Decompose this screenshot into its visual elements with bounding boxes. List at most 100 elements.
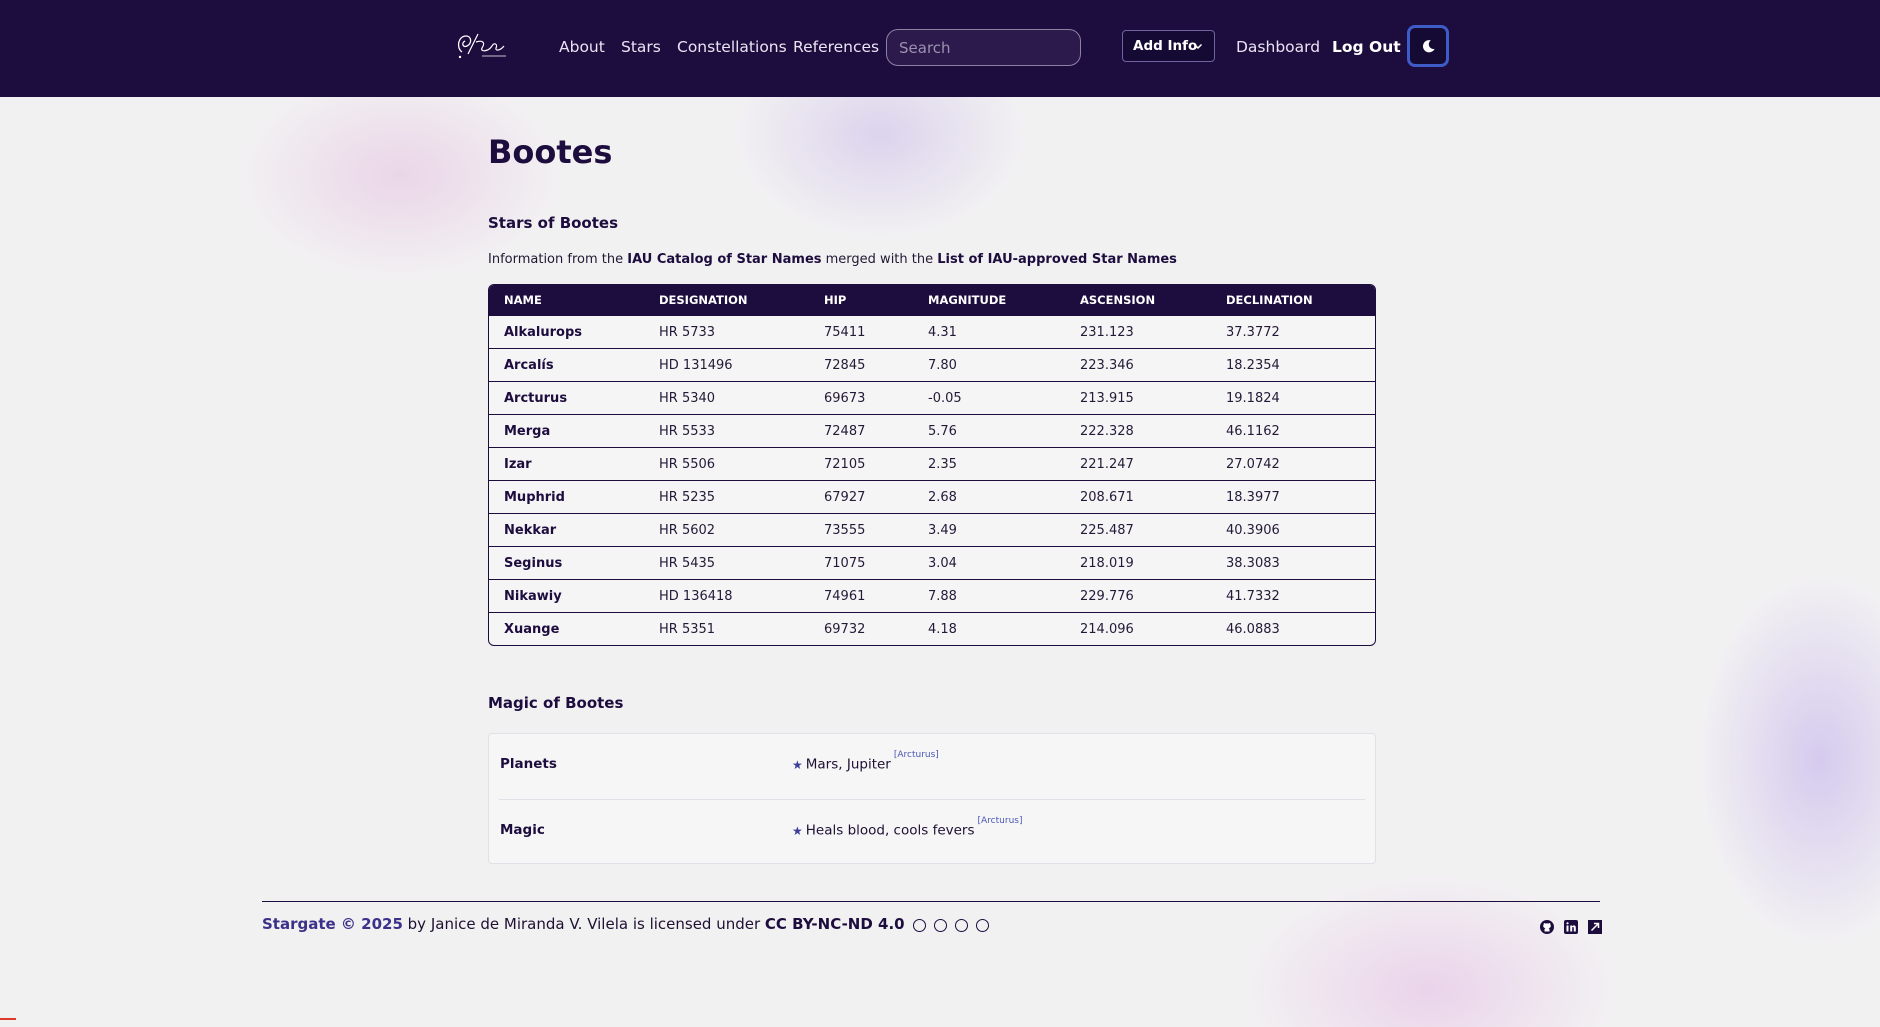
cell-designation: HR 5435 xyxy=(644,546,809,579)
cell-declination: 46.1162 xyxy=(1211,414,1375,447)
footer-site-link[interactable]: Stargate © 2025 xyxy=(262,915,403,933)
theme-toggle-button[interactable] xyxy=(1407,25,1449,67)
col-declination: DECLINATION xyxy=(1211,285,1375,315)
cell-ascension: 214.096 xyxy=(1065,612,1211,645)
star-icon: ★ xyxy=(792,757,803,772)
col-designation: DESIGNATION xyxy=(644,285,809,315)
logout-link[interactable]: Log Out xyxy=(1332,37,1401,57)
cell-declination: 46.0883 xyxy=(1211,612,1375,645)
cell-declination: 38.3083 xyxy=(1211,546,1375,579)
license-icons xyxy=(913,914,991,936)
cell-hip: 71075 xyxy=(809,546,913,579)
magic-value-text: Mars, Jupiter xyxy=(805,756,891,773)
cell-magnitude: 5.76 xyxy=(913,414,1065,447)
cell-ascension: 218.019 xyxy=(1065,546,1211,579)
magic-row-magic: Magic ★ Heals blood, cools fevers[Arcturu… xyxy=(499,799,1365,865)
cell-designation: HR 5235 xyxy=(644,480,809,513)
cell-declination: 18.2354 xyxy=(1211,348,1375,381)
license-link[interactable]: CC BY-NC-ND 4.0 xyxy=(765,915,905,933)
cell-hip: 69732 xyxy=(809,612,913,645)
external-site-icon[interactable] xyxy=(1587,919,1603,935)
cell-name: Nekkar xyxy=(489,513,644,546)
logo-icon xyxy=(457,33,506,59)
cell-designation: HR 5602 xyxy=(644,513,809,546)
add-info-dropdown[interactable]: Add Info xyxy=(1122,30,1215,62)
cell-designation: HD 131496 xyxy=(644,348,809,381)
cell-declination: 40.3906 xyxy=(1211,513,1375,546)
stars-section-heading: Stars of Bootes xyxy=(488,214,619,232)
cell-magnitude: 7.88 xyxy=(913,579,1065,612)
footer-license-text: Stargate © 2025 by Janice de Miranda V. … xyxy=(262,913,992,936)
cell-designation: HR 5733 xyxy=(644,315,809,348)
cell-magnitude: 4.18 xyxy=(913,612,1065,645)
cell-name: Nikawiy xyxy=(489,579,644,612)
cell-declination: 37.3772 xyxy=(1211,315,1375,348)
cell-designation: HD 136418 xyxy=(644,579,809,612)
cell-hip: 72487 xyxy=(809,414,913,447)
table-row: Arcalís HD 131496 72845 7.80 223.346 18.… xyxy=(489,348,1375,381)
nd-icon xyxy=(975,918,989,932)
cell-declination: 27.0742 xyxy=(1211,447,1375,480)
search-input[interactable] xyxy=(886,29,1081,66)
table-row: Nikawiy HD 136418 74961 7.88 229.776 41.… xyxy=(489,579,1375,612)
table-row: Xuange HR 5351 69732 4.18 214.096 46.088… xyxy=(489,612,1375,645)
cell-designation: HR 5506 xyxy=(644,447,809,480)
magic-value: ★ Mars, Jupiter[Arcturus] xyxy=(792,750,939,773)
cell-name: Arcalís xyxy=(489,348,644,381)
github-icon[interactable] xyxy=(1539,919,1555,935)
nav-references[interactable]: References xyxy=(793,37,879,57)
reference-link[interactable]: [Arcturus] xyxy=(894,750,939,760)
stargate-logo[interactable] xyxy=(452,28,512,64)
stars-table: NAME DESIGNATION HIP MAGNITUDE ASCENSION… xyxy=(488,284,1376,646)
cell-hip: 75411 xyxy=(809,315,913,348)
table-row: Arcturus HR 5340 69673 -0.05 213.915 19.… xyxy=(489,381,1375,414)
cell-magnitude: 7.80 xyxy=(913,348,1065,381)
cell-magnitude: -0.05 xyxy=(913,381,1065,414)
magic-row-planets: Planets ★ Mars, Jupiter[Arcturus] xyxy=(499,734,1365,799)
top-navbar: About Stars Constellations References Ad… xyxy=(0,0,1880,97)
cell-hip: 72845 xyxy=(809,348,913,381)
intro-middle: merged with the xyxy=(821,252,938,267)
linkedin-icon[interactable] xyxy=(1563,919,1579,935)
page-title: Bootes xyxy=(488,133,613,171)
magic-value-text: Heals blood, cools fevers xyxy=(805,822,975,839)
magic-label: Magic xyxy=(500,822,545,838)
star-icon: ★ xyxy=(792,823,803,838)
cell-name: Xuange xyxy=(489,612,644,645)
magic-card: Planets ★ Mars, Jupiter[Arcturus] Magic ★… xyxy=(488,733,1376,864)
iau-list-link[interactable]: List of IAU-approved Star Names xyxy=(937,252,1177,267)
cell-designation: HR 5533 xyxy=(644,414,809,447)
cell-ascension: 208.671 xyxy=(1065,480,1211,513)
iau-catalog-link[interactable]: IAU Catalog of Star Names xyxy=(627,252,821,267)
cell-ascension: 229.776 xyxy=(1065,579,1211,612)
cell-hip: 72105 xyxy=(809,447,913,480)
table-row: Izar HR 5506 72105 2.35 221.247 27.0742 xyxy=(489,447,1375,480)
reference-link[interactable]: [Arcturus] xyxy=(978,816,1023,826)
moon-icon xyxy=(1422,40,1435,53)
table-row: Alkalurops HR 5733 75411 4.31 231.123 37… xyxy=(489,315,1375,348)
footer-divider xyxy=(262,901,1600,902)
nav-constellations[interactable]: Constellations xyxy=(677,37,787,57)
cell-designation: HR 5351 xyxy=(644,612,809,645)
cell-ascension: 223.346 xyxy=(1065,348,1211,381)
nav-about[interactable]: About xyxy=(559,37,605,57)
table-row: Muphrid HR 5235 67927 2.68 208.671 18.39… xyxy=(489,480,1375,513)
cell-name: Arcturus xyxy=(489,381,644,414)
col-name: NAME xyxy=(489,285,644,315)
table-row: Nekkar HR 5602 73555 3.49 225.487 40.390… xyxy=(489,513,1375,546)
corner-indicator xyxy=(0,1018,16,1020)
cell-hip: 73555 xyxy=(809,513,913,546)
footer-author: by Janice de Miranda V. Vilela is licens… xyxy=(402,915,765,933)
intro-prefix: Information from the xyxy=(488,252,628,267)
cell-ascension: 221.247 xyxy=(1065,447,1211,480)
nav-stars[interactable]: Stars xyxy=(621,37,661,57)
cell-designation: HR 5340 xyxy=(644,381,809,414)
table-row: Merga HR 5533 72487 5.76 222.328 46.1162 xyxy=(489,414,1375,447)
nav-dashboard[interactable]: Dashboard xyxy=(1236,37,1320,57)
table-header-row: NAME DESIGNATION HIP MAGNITUDE ASCENSION… xyxy=(489,285,1375,315)
cell-magnitude: 3.49 xyxy=(913,513,1065,546)
cell-magnitude: 3.04 xyxy=(913,546,1065,579)
cell-ascension: 213.915 xyxy=(1065,381,1211,414)
cell-name: Seginus xyxy=(489,546,644,579)
cell-hip: 67927 xyxy=(809,480,913,513)
